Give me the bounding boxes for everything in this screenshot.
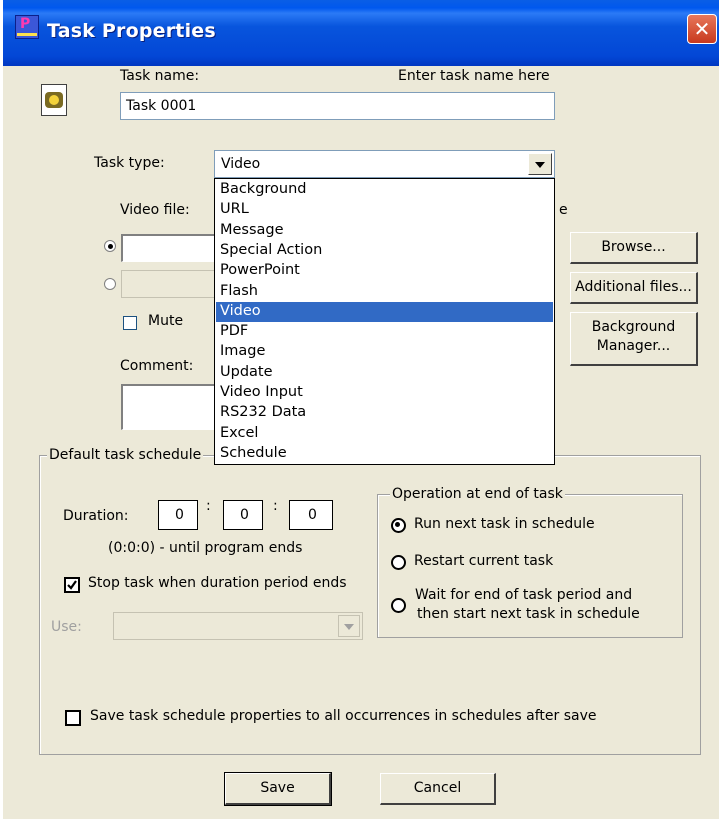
video-file-label: Video file:	[120, 202, 190, 218]
duration-minutes-input[interactable]: 0	[223, 500, 263, 530]
dropdown-arrow-icon	[535, 162, 545, 168]
dropdown-option-background[interactable]: Background	[216, 180, 553, 200]
use-select[interactable]	[113, 612, 363, 640]
duration-minutes-value: 0	[240, 507, 249, 523]
video-url-radio[interactable]	[104, 278, 116, 290]
dropdown-option-pdf[interactable]: PDF	[216, 322, 553, 342]
video-url-input[interactable]	[121, 270, 217, 298]
dropdown-option-excel[interactable]: Excel	[216, 424, 553, 444]
wait-end-period-line1: Wait for end of task period and	[415, 587, 633, 603]
duration-separator-2: :	[273, 498, 278, 514]
duration-seconds-value: 0	[308, 507, 317, 523]
dropdown-option-update[interactable]: Update	[216, 363, 553, 383]
stop-task-checkbox[interactable]	[64, 577, 80, 593]
dropdown-option-image[interactable]: Image	[216, 342, 553, 362]
duration-seconds-input[interactable]: 0	[289, 500, 333, 530]
cancel-button[interactable]: Cancel	[380, 773, 496, 805]
browse-button[interactable]: Browse...	[570, 232, 698, 264]
dropdown-option-url[interactable]: URL	[216, 200, 553, 220]
restart-task-label: Restart current task	[414, 553, 554, 569]
restart-task-radio[interactable]	[391, 555, 406, 570]
background-manager-button[interactable]: Background Manager...	[570, 312, 698, 366]
wait-end-period-line2: then start next task in schedule	[417, 606, 640, 622]
close-icon[interactable]: ✕	[687, 14, 717, 44]
dialog-window: P Task Properties ✕ Task name: Enter tas…	[3, 0, 719, 819]
mute-checkbox[interactable]	[123, 316, 137, 330]
check-icon	[67, 580, 77, 590]
duration-label: Duration:	[63, 508, 129, 524]
duration-hours-input[interactable]: 0	[158, 500, 198, 530]
dropdown-option-schedule[interactable]: Schedule	[216, 444, 553, 464]
save-all-occurrences-label: Save task schedule properties to all occ…	[90, 708, 597, 724]
duration-separator-1: :	[206, 498, 211, 514]
dropdown-arrow-icon	[344, 624, 354, 630]
use-label: Use:	[51, 619, 82, 635]
dropdown-option-rs232-data[interactable]: RS232 Data	[216, 403, 553, 423]
app-icon: P	[15, 15, 39, 39]
video-local-radio[interactable]	[104, 240, 116, 252]
dropdown-option-video[interactable]: Video	[216, 301, 553, 322]
task-type-dropdown-button[interactable]	[528, 153, 552, 175]
dropdown-option-powerpoint[interactable]: PowerPoint	[216, 261, 553, 281]
duration-hours-value: 0	[175, 507, 184, 523]
mute-label: Mute	[148, 313, 184, 329]
title-bar[interactable]: P Task Properties ✕	[3, 0, 719, 66]
use-dropdown-button[interactable]	[338, 615, 360, 637]
video-hidden-label-fragment: e	[559, 202, 568, 218]
additional-files-button[interactable]: Additional files...	[570, 272, 698, 304]
stop-task-label: Stop task when duration period ends	[88, 575, 347, 591]
task-type-dropdown-list: Background URL Message Special Action PowerP…	[214, 178, 555, 465]
dropdown-option-flash[interactable]: Flash	[216, 282, 553, 302]
background-manager-line2: Manager...	[596, 338, 671, 354]
task-name-label: Task name:	[120, 68, 200, 84]
wait-end-period-radio[interactable]	[391, 598, 406, 613]
operation-end-legend: Operation at end of task	[390, 486, 565, 502]
default-task-schedule-legend: Default task schedule	[47, 447, 204, 463]
task-type-selected-value: Video	[221, 156, 261, 172]
task-type-label: Task type:	[94, 155, 165, 171]
background-manager-line1: Background	[591, 319, 676, 335]
comment-label: Comment:	[120, 358, 194, 374]
duration-note: (0:0:0) - until program ends	[108, 540, 303, 556]
run-next-task-label: Run next task in schedule	[414, 516, 595, 532]
dropdown-option-special-action[interactable]: Special Action	[216, 241, 553, 261]
dropdown-option-message[interactable]: Message	[216, 221, 553, 241]
radio-dot-icon	[395, 522, 400, 527]
dropdown-option-video-input[interactable]: Video Input	[216, 383, 553, 403]
save-all-occurrences-checkbox[interactable]	[65, 710, 81, 726]
comment-textarea[interactable]	[121, 384, 217, 430]
radio-dot-icon	[108, 244, 113, 249]
save-button[interactable]: Save	[224, 772, 332, 806]
task-name-hint: Enter task name here	[398, 68, 550, 84]
task-name-input[interactable]: Task 0001	[120, 92, 555, 120]
wait-end-period-label: Wait for end of task period and then sta…	[415, 586, 640, 624]
window-title: Task Properties	[47, 20, 216, 42]
run-next-task-radio[interactable]	[391, 518, 406, 533]
video-file-path-input[interactable]	[121, 234, 217, 262]
task-type-select[interactable]: Video	[214, 150, 555, 178]
task-name-value: Task 0001	[126, 98, 197, 114]
task-icon	[41, 84, 67, 116]
